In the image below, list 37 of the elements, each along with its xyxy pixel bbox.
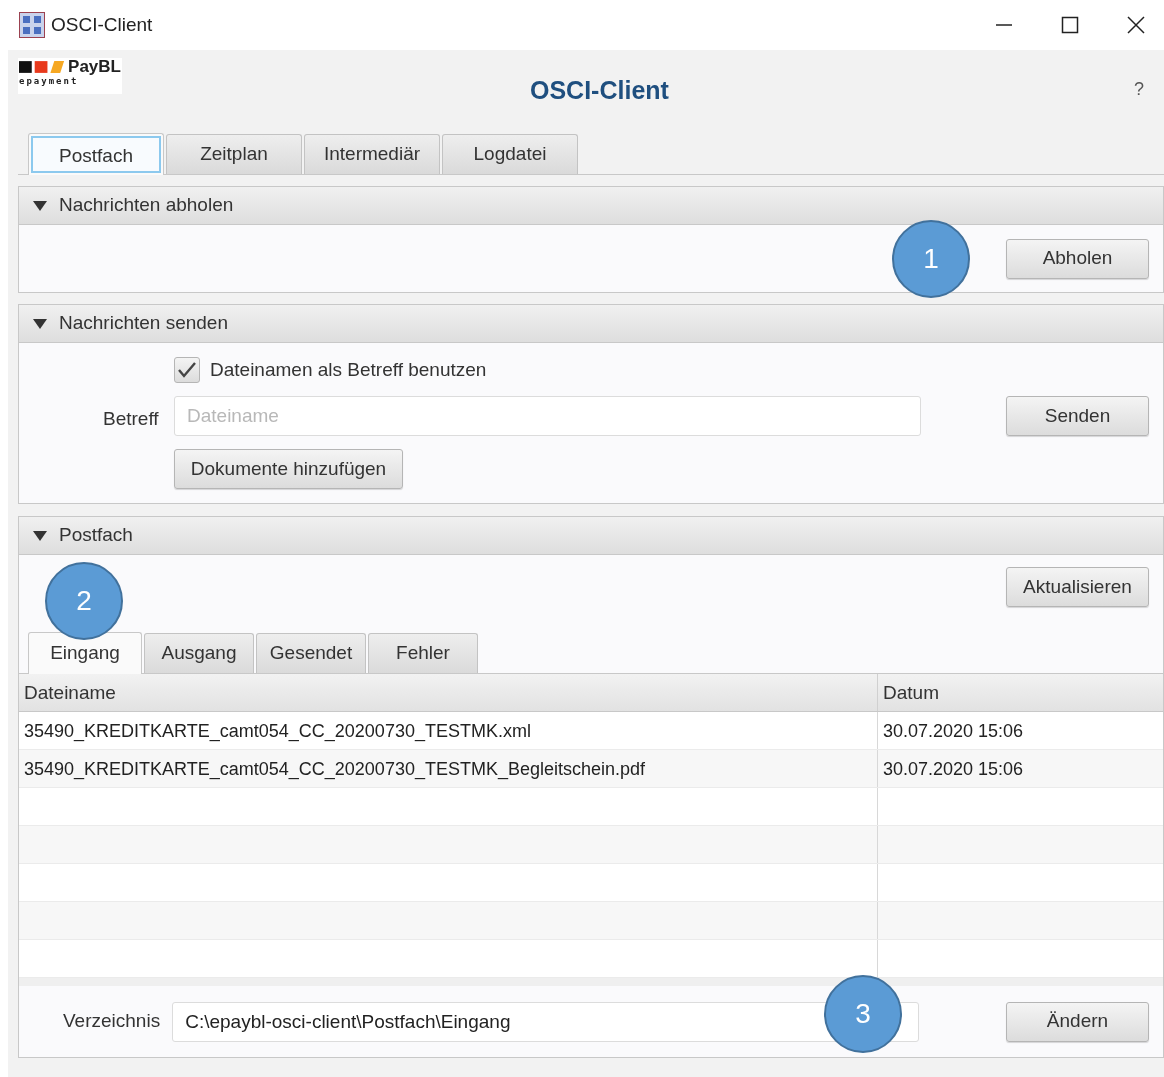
directory-label: Verzeichnis [63, 1009, 161, 1034]
checkbox[interactable] [174, 357, 200, 384]
table-cell-text: 30.07.2020 15:06 [882, 720, 1025, 743]
change-button[interactable]: Ändern [1006, 1001, 1149, 1042]
tab[interactable]: Ausgang [144, 633, 254, 673]
tab[interactable]: Zeitplan [166, 134, 302, 174]
subject-label: Betreff [103, 407, 159, 431]
subject-field[interactable]: Dateiname [174, 396, 921, 436]
section-header[interactable]: Postfach [19, 517, 1163, 555]
column-header[interactable]: Datum [878, 674, 1163, 711]
section-header[interactable]: Nachrichten abholen [19, 187, 1163, 225]
tab[interactable]: Intermediär [304, 134, 440, 174]
app-icon [19, 12, 45, 38]
table-cell: 35490_KREDITKARTE_camt054_CC_20200730_TESTMK_Begleitschein.pdf [19, 750, 878, 787]
logo-subtext: epayment [19, 76, 80, 86]
tab[interactable]: Fehler [368, 633, 478, 673]
tab[interactable]: Eingang [28, 632, 142, 674]
checkmark-icon [177, 361, 197, 380]
send-button[interactable]: Senden [1006, 396, 1149, 436]
fetch-button[interactable]: Abholen [1006, 238, 1149, 279]
add-documents-button[interactable]: Dokumente hinzufügen [174, 449, 403, 489]
tab[interactable]: Logdatei [442, 134, 578, 174]
window-title: OSCI-Client [51, 12, 153, 37]
logo-text: PayBL [68, 58, 121, 76]
section-header[interactable]: Nachrichten senden [19, 305, 1163, 343]
checkbox-label: Dateinamen als Betreff benutzen [210, 358, 487, 382]
close-icon[interactable] [1126, 15, 1146, 35]
table-cell-text: 30.07.2020 15:06 [882, 758, 1025, 781]
maximize-icon[interactable] [1060, 15, 1080, 35]
column-header[interactable]: Dateiname [19, 674, 878, 711]
help-link[interactable]: ? [1134, 76, 1144, 103]
logo-mark-icon [19, 60, 67, 74]
refresh-button[interactable]: Aktualisieren [1006, 567, 1149, 607]
app-title: OSCI-Client [530, 75, 669, 106]
tab[interactable]: Postfach [28, 133, 164, 175]
table-cell: 35490_KREDITKARTE_camt054_CC_20200730_TESTMK.xml [19, 712, 878, 749]
tab[interactable]: Gesendet [256, 633, 366, 673]
